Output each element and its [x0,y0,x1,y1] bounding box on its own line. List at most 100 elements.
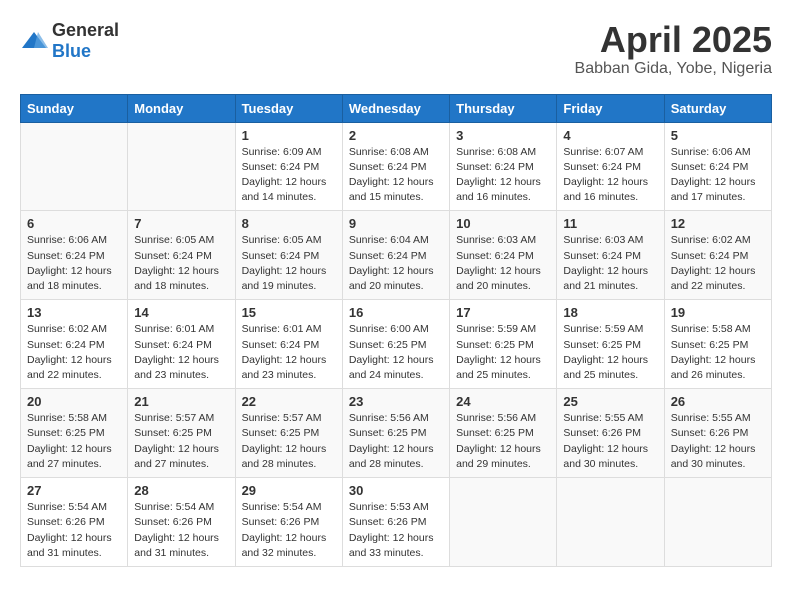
day-info: Sunrise: 6:02 AM Sunset: 6:24 PM Dayligh… [671,233,765,294]
page-header: General Blue April 2025 Babban Gida, Yob… [20,20,772,78]
day-info: Sunrise: 5:57 AM Sunset: 6:25 PM Dayligh… [242,411,336,472]
day-number: 15 [242,305,336,320]
calendar-cell [664,478,771,567]
day-number: 1 [242,128,336,143]
location-title: Babban Gida, Yobe, Nigeria [575,60,772,78]
calendar-week-row: 20Sunrise: 5:58 AM Sunset: 6:25 PM Dayli… [21,389,772,478]
day-info: Sunrise: 6:02 AM Sunset: 6:24 PM Dayligh… [27,322,121,383]
calendar-cell: 3Sunrise: 6:08 AM Sunset: 6:24 PM Daylig… [450,122,557,211]
day-number: 4 [563,128,657,143]
day-number: 11 [563,216,657,231]
day-header: Tuesday [235,94,342,122]
calendar-cell: 7 Sunrise: 6:05 AM Sunset: 6:24 PM Daylig… [128,211,235,300]
day-number: 18 [563,305,657,320]
calendar-cell: 19 Sunrise: 5:58 AM Sunset: 6:25 PM Dayli… [664,300,771,389]
day-info: Sunrise: 5:55 AM Sunset: 6:26 PM Dayligh… [671,411,765,472]
day-number: 10 [456,216,550,231]
day-number: 17 [456,305,550,320]
day-header: Friday [557,94,664,122]
day-header: Saturday [664,94,771,122]
calendar-cell: 23Sunrise: 5:56 AM Sunset: 6:25 PM Dayli… [342,389,449,478]
calendar-cell: 4 Sunrise: 6:07 AM Sunset: 6:24 PM Daylig… [557,122,664,211]
day-number: 22 [242,394,336,409]
day-info: Sunrise: 6:03 AM Sunset: 6:24 PM Dayligh… [456,233,550,294]
month-title: April 2025 [575,20,772,60]
logo: General Blue [20,20,119,62]
day-info: Sunrise: 5:56 AM Sunset: 6:25 PM Dayligh… [456,411,550,472]
day-info: Sunrise: 6:05 AM Sunset: 6:24 PM Dayligh… [134,233,228,294]
calendar-cell: 26 Sunrise: 5:55 AM Sunset: 6:26 PM Dayli… [664,389,771,478]
day-number: 3 [456,128,550,143]
day-number: 14 [134,305,228,320]
calendar-cell: 12 Sunrise: 6:02 AM Sunset: 6:24 PM Dayli… [664,211,771,300]
calendar-cell: 1 Sunrise: 6:09 AM Sunset: 6:24 PM Daylig… [235,122,342,211]
calendar-cell: 27 Sunrise: 5:54 AM Sunset: 6:26 PM Dayli… [21,478,128,567]
day-info: Sunrise: 5:54 AM Sunset: 6:26 PM Dayligh… [134,500,228,561]
calendar-cell: 20Sunrise: 5:58 AM Sunset: 6:25 PM Dayli… [21,389,128,478]
calendar-cell: 8 Sunrise: 6:05 AM Sunset: 6:24 PM Daylig… [235,211,342,300]
calendar-cell: 17Sunrise: 5:59 AM Sunset: 6:25 PM Dayli… [450,300,557,389]
calendar-table: SundayMondayTuesdayWednesdayThursdayFrid… [20,94,772,567]
calendar-cell: 2Sunrise: 6:08 AM Sunset: 6:24 PM Daylig… [342,122,449,211]
day-info: Sunrise: 6:06 AM Sunset: 6:24 PM Dayligh… [671,145,765,206]
day-info: Sunrise: 6:05 AM Sunset: 6:24 PM Dayligh… [242,233,336,294]
day-number: 16 [349,305,443,320]
day-info: Sunrise: 5:53 AM Sunset: 6:26 PM Dayligh… [349,500,443,561]
calendar-cell [557,478,664,567]
calendar-cell [21,122,128,211]
calendar-cell: 28 Sunrise: 5:54 AM Sunset: 6:26 PM Dayli… [128,478,235,567]
calendar-cell: 21Sunrise: 5:57 AM Sunset: 6:25 PM Dayli… [128,389,235,478]
day-info: Sunrise: 6:07 AM Sunset: 6:24 PM Dayligh… [563,145,657,206]
day-number: 12 [671,216,765,231]
calendar-cell: 22 Sunrise: 5:57 AM Sunset: 6:25 PM Dayli… [235,389,342,478]
day-header: Thursday [450,94,557,122]
day-header: Sunday [21,94,128,122]
calendar-cell: 9 Sunrise: 6:04 AM Sunset: 6:24 PM Daylig… [342,211,449,300]
day-number: 28 [134,483,228,498]
calendar-cell: 10 Sunrise: 6:03 AM Sunset: 6:24 PM Dayli… [450,211,557,300]
day-number: 24 [456,394,550,409]
calendar-week-row: 13Sunrise: 6:02 AM Sunset: 6:24 PM Dayli… [21,300,772,389]
day-info: Sunrise: 6:03 AM Sunset: 6:24 PM Dayligh… [563,233,657,294]
day-number: 30 [349,483,443,498]
day-info: Sunrise: 6:01 AM Sunset: 6:24 PM Dayligh… [134,322,228,383]
logo-icon [20,30,48,52]
calendar-cell: 13Sunrise: 6:02 AM Sunset: 6:24 PM Dayli… [21,300,128,389]
day-info: Sunrise: 5:59 AM Sunset: 6:25 PM Dayligh… [563,322,657,383]
calendar-cell: 15 Sunrise: 6:01 AM Sunset: 6:24 PM Dayli… [235,300,342,389]
day-info: Sunrise: 6:06 AM Sunset: 6:24 PM Dayligh… [27,233,121,294]
day-header: Monday [128,94,235,122]
day-info: Sunrise: 5:58 AM Sunset: 6:25 PM Dayligh… [671,322,765,383]
day-info: Sunrise: 5:54 AM Sunset: 6:26 PM Dayligh… [27,500,121,561]
day-info: Sunrise: 6:00 AM Sunset: 6:25 PM Dayligh… [349,322,443,383]
calendar-cell: 14 Sunrise: 6:01 AM Sunset: 6:24 PM Dayli… [128,300,235,389]
day-info: Sunrise: 5:54 AM Sunset: 6:26 PM Dayligh… [242,500,336,561]
day-info: Sunrise: 6:01 AM Sunset: 6:24 PM Dayligh… [242,322,336,383]
calendar-cell: 11 Sunrise: 6:03 AM Sunset: 6:24 PM Dayli… [557,211,664,300]
day-number: 5 [671,128,765,143]
calendar-cell: 16 Sunrise: 6:00 AM Sunset: 6:25 PM Dayli… [342,300,449,389]
calendar-cell: 29Sunrise: 5:54 AM Sunset: 6:26 PM Dayli… [235,478,342,567]
day-number: 20 [27,394,121,409]
calendar-cell: 6Sunrise: 6:06 AM Sunset: 6:24 PM Daylig… [21,211,128,300]
day-number: 8 [242,216,336,231]
day-number: 27 [27,483,121,498]
day-number: 9 [349,216,443,231]
calendar-week-row: 1 Sunrise: 6:09 AM Sunset: 6:24 PM Daylig… [21,122,772,211]
calendar-cell: 18 Sunrise: 5:59 AM Sunset: 6:25 PM Dayli… [557,300,664,389]
calendar-cell [128,122,235,211]
day-number: 26 [671,394,765,409]
day-header: Wednesday [342,94,449,122]
calendar-cell [450,478,557,567]
day-info: Sunrise: 6:04 AM Sunset: 6:24 PM Dayligh… [349,233,443,294]
logo-general: General [52,20,119,40]
calendar-header-row: SundayMondayTuesdayWednesdayThursdayFrid… [21,94,772,122]
day-info: Sunrise: 5:55 AM Sunset: 6:26 PM Dayligh… [563,411,657,472]
day-number: 19 [671,305,765,320]
calendar-week-row: 27 Sunrise: 5:54 AM Sunset: 6:26 PM Dayli… [21,478,772,567]
day-number: 7 [134,216,228,231]
calendar-cell: 5 Sunrise: 6:06 AM Sunset: 6:24 PM Daylig… [664,122,771,211]
day-number: 2 [349,128,443,143]
day-info: Sunrise: 6:09 AM Sunset: 6:24 PM Dayligh… [242,145,336,206]
calendar-cell: 30 Sunrise: 5:53 AM Sunset: 6:26 PM Dayli… [342,478,449,567]
